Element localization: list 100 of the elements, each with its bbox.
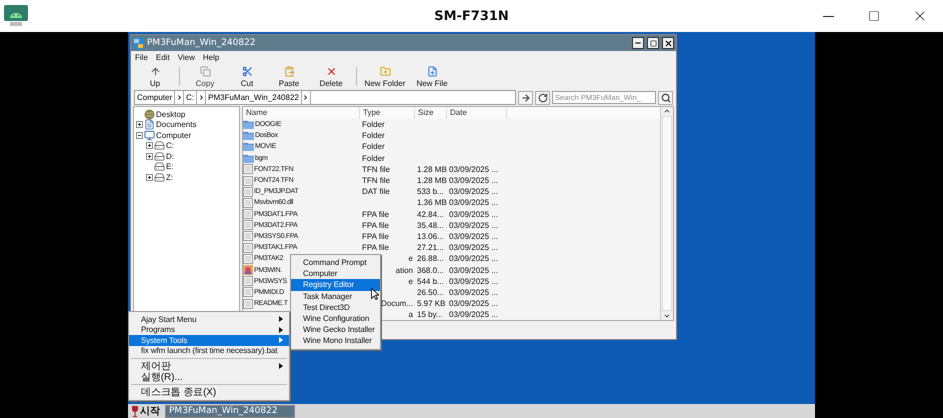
toolbar-button[interactable]: Delete [310,64,352,89]
chevron-icon [176,94,183,101]
menu-item[interactable]: 제어판 [129,361,289,372]
arrow-icon [520,92,530,102]
refresh-icon [538,92,548,102]
drive-icon [154,172,165,183]
new-folder-icon [380,66,390,76]
toolbar-button[interactable]: Up [135,64,175,89]
maximize-button[interactable] [647,37,659,49]
column-header[interactable]: Type [360,107,415,119]
menu-item[interactable]: View [178,53,195,62]
toolbar-button[interactable]: New File [409,64,455,89]
go-button[interactable] [518,90,533,104]
file-size: 15 by... [417,310,443,320]
file-type: FPA file [362,243,389,252]
collapse-icon[interactable] [136,132,143,139]
robot-monitor-icon [4,5,28,27]
up-arrow-icon [150,66,160,76]
menu-item[interactable]: Command Prompt [291,257,380,268]
file-size: 42.84... [417,210,444,219]
drive-icon [154,140,165,152]
file-type: Folder [362,131,385,140]
file-type: a [408,310,413,320]
menu-item[interactable]: Wine Configuration [291,312,380,324]
column-header[interactable]: Date [447,107,507,119]
file-size: 544 b... [417,276,444,286]
tree-item[interactable]: Documents [156,120,196,130]
tree-item[interactable]: E: [166,162,174,172]
copy-icon [200,66,210,76]
file-size: 27.21... [417,243,444,252]
explorer-title: PM3FuMan_Win_240822 [147,38,256,48]
refresh-button[interactable] [535,90,550,104]
start-button[interactable]: 시작 [130,404,162,418]
file-date: 03/09/2025 ... [449,176,498,186]
folder-icon [243,142,254,152]
tree-item[interactable]: Z: [166,172,174,182]
tree-item[interactable]: D: [166,152,174,161]
file-type: Folder [362,154,385,163]
file-date: 03/09/2025 ... [449,266,498,275]
toolbar-button[interactable]: New Folder [361,64,409,89]
documents-icon [144,119,155,130]
expand-icon[interactable] [146,142,153,150]
close-icon [664,38,672,48]
tree-item[interactable]: Desktop [156,110,186,119]
file-size: 1.28 MB [417,164,447,174]
file-date: 03/09/2025 ... [449,310,498,320]
tree-item[interactable]: C: [166,141,174,150]
taskbar-button[interactable]: PM3FuMan_Win_240822 [165,404,295,418]
menu-item[interactable]: 실행(R)... [129,372,289,382]
close-button[interactable] [662,37,674,49]
folder-icon [243,120,254,130]
file-date: 03/09/2025 ... [449,164,498,174]
file-date: 03/09/2025 ... [449,187,498,196]
menu-item[interactable]: Test Direct3D [291,302,380,313]
menu-item[interactable]: Ajay Start Menu [129,314,289,324]
expand-icon[interactable] [136,121,143,128]
menu-item[interactable]: Programs [129,324,289,335]
menu-item[interactable]: Task Manager [291,290,380,302]
expand-icon[interactable] [146,152,153,160]
chevron-icon [302,94,310,101]
menu-item[interactable]: Help [202,53,220,62]
search-icon [660,92,670,102]
column-header[interactable]: Size [415,107,447,119]
computer-icon [144,130,155,141]
menu-item[interactable]: File [135,53,148,62]
search-button[interactable] [658,90,673,104]
file-size: 1.28 MB [417,176,447,186]
tree-item[interactable]: Computer [156,130,192,140]
cursor-icon [371,288,379,300]
wine-glass-icon [132,406,138,416]
file-type: TFN file [362,164,390,174]
breadcrumb[interactable]: C: [184,91,198,104]
menu-item[interactable]: System Tools [129,335,289,346]
menu-item[interactable]: 데스크톱 종료(X) [129,387,289,398]
menu-item[interactable]: Edit [156,53,170,62]
app-window-icon [133,38,144,48]
chevron-button[interactable] [197,91,206,104]
file-size: 26.88... [417,254,444,264]
new-file-icon [426,66,438,76]
chevron-button[interactable] [175,91,184,104]
minimize-button[interactable] [632,37,644,49]
scrollbar[interactable] [660,107,673,320]
file-type: ation [396,266,413,275]
menu-item[interactable]: fix wfm launch (first time necessary).bat [129,346,289,356]
column-header[interactable]: Name [243,107,360,119]
toolbar-button[interactable]: Paste [268,64,310,89]
file-size: 5.97 KB [417,299,446,308]
breadcrumb[interactable]: PM3FuMan_Win_240822 [206,91,302,104]
file-type: FPA file [362,220,389,230]
breadcrumb[interactable]: Computer [135,91,176,104]
menu-item[interactable]: Wine Gecko Installer [291,324,380,336]
toolbar-button[interactable]: Cut [226,64,268,89]
menu-item[interactable]: Computer [291,268,380,280]
menu-item[interactable]: Wine Mono Installer [291,335,380,346]
expand-icon[interactable] [146,174,153,181]
file-size: 1.36 MB [417,198,447,208]
file-type: e [408,254,413,264]
menu-item[interactable]: Registry Editor [291,279,380,291]
maximize-icon [650,40,656,46]
address-field[interactable]: Computer C: PM3FuMan_Win_240822 [134,90,516,105]
